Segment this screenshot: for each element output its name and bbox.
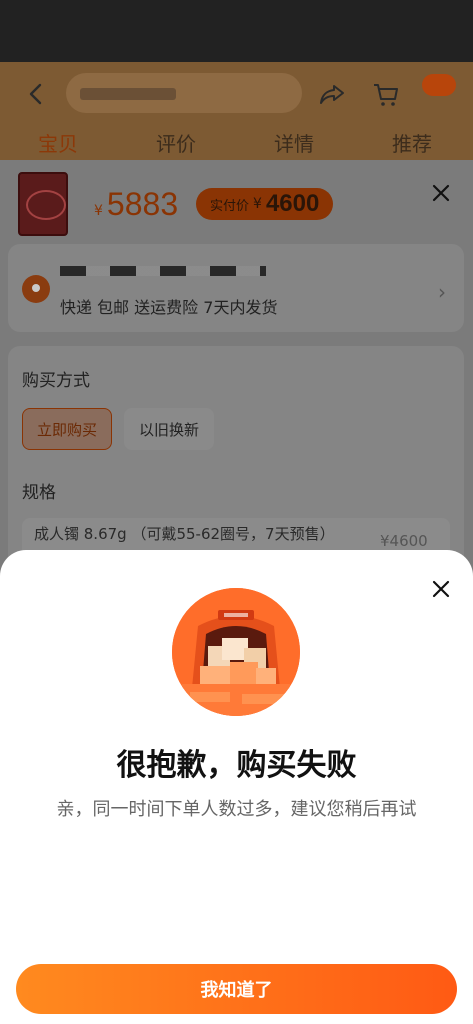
tab-reviews[interactable]: 评价 [156, 128, 196, 157]
spec-option-label: 成人镯 8.67g （可戴55-62圈号，7天预售） [34, 525, 335, 543]
product-price: ¥5883 [94, 186, 179, 222]
delivery-card[interactable] [8, 244, 464, 332]
delivery-truck-illustration [172, 588, 300, 716]
tab-bar: 宝贝 评价 详情 推荐 [0, 128, 473, 162]
tab-baobei[interactable]: 宝贝 [38, 128, 78, 157]
dialog-title: 很抱歉，购买失败 [116, 748, 357, 783]
dialog-close-icon[interactable] [429, 577, 453, 601]
more-badge[interactable] [422, 74, 456, 96]
product-thumbnail [18, 172, 68, 236]
status-bar [0, 0, 473, 62]
trade-in-option[interactable]: 以旧换新 [124, 408, 214, 450]
buy-now-option[interactable]: 立即购买 [22, 408, 112, 450]
shipping-services: 快递 包邮 送运费险 7天内发货 [60, 298, 278, 317]
actual-price-value: 4600 [265, 190, 320, 217]
got-it-button[interactable]: 我知道了 [16, 964, 457, 1014]
search-text-blurred [80, 88, 176, 100]
share-icon[interactable] [318, 80, 346, 108]
spec-title: 规格 [22, 483, 56, 503]
back-arrow-icon[interactable] [22, 80, 50, 108]
tab-recommend[interactable]: 推荐 [392, 128, 432, 157]
actual-price-badge: 实付价 ¥ 4600 [196, 188, 334, 220]
close-icon[interactable] [428, 180, 454, 206]
actual-price-label: 实付价 [210, 198, 250, 214]
purchase-method-title: 购买方式 [22, 371, 90, 391]
spec-option-price: ¥4600 [380, 532, 428, 550]
location-pin-icon [22, 275, 50, 303]
price-value: 5883 [106, 186, 179, 222]
dialog-message: 亲，同一时间下单人数过多，建议您稍后再试 [56, 799, 417, 820]
tab-details[interactable]: 详情 [274, 128, 314, 157]
address-blurred [60, 266, 266, 276]
chevron-right-icon[interactable]: › [438, 280, 446, 304]
cart-icon[interactable] [372, 80, 400, 108]
